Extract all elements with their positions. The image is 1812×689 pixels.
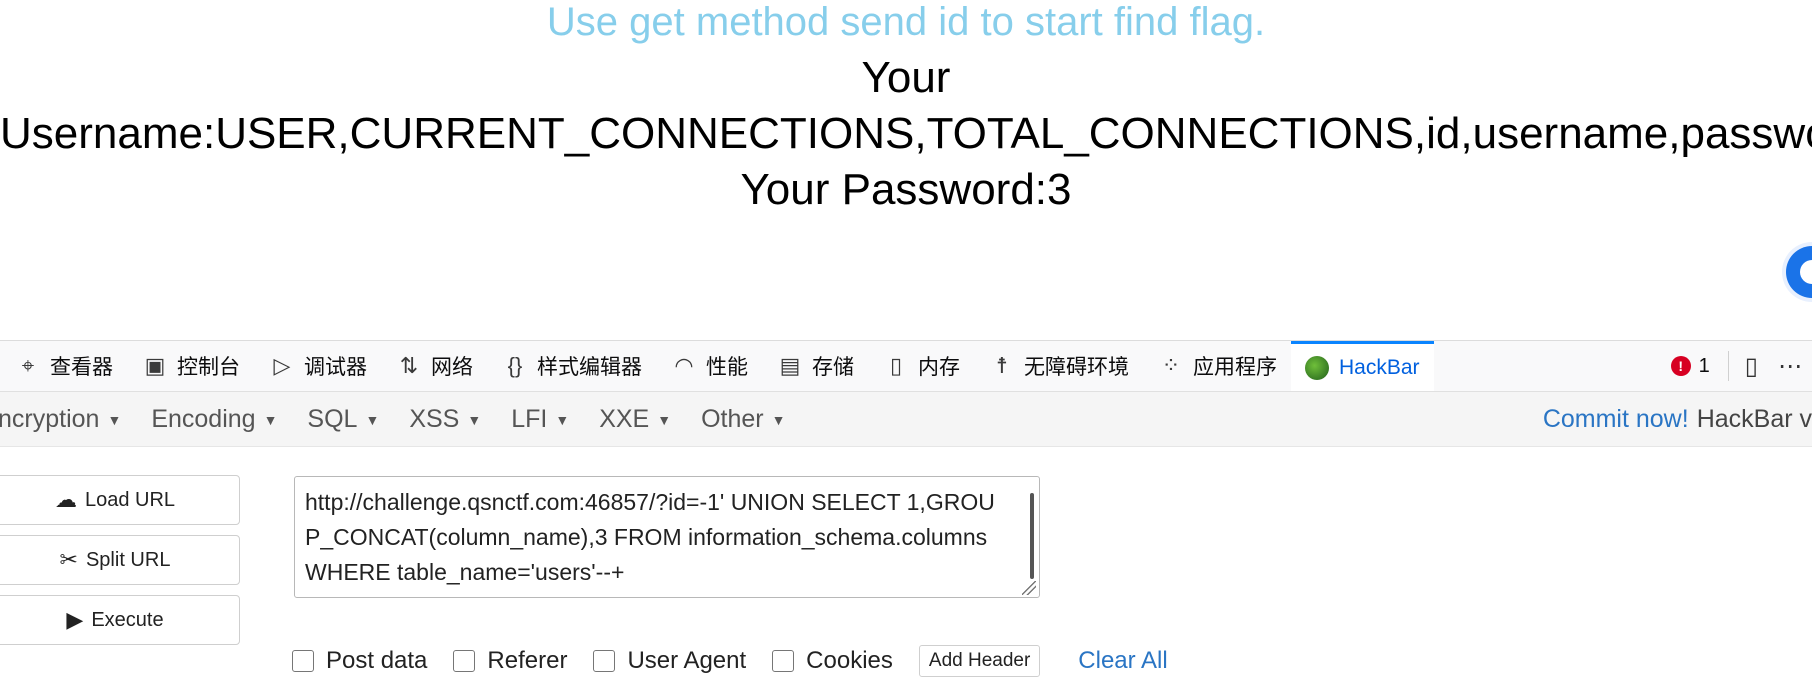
cookies-checkbox[interactable] xyxy=(772,650,795,672)
tab-console[interactable]: ▣ 控制台 xyxy=(127,341,254,391)
responsive-design-icon[interactable]: ▯ xyxy=(1735,352,1768,381)
load-url-button[interactable]: ☁ Load URL xyxy=(0,475,240,525)
memory-icon: ▯ xyxy=(889,353,903,378)
menu-label: Other xyxy=(701,404,764,433)
option-label: Cookies xyxy=(806,647,893,674)
toolbar-divider xyxy=(1727,351,1729,381)
execute-button[interactable]: ▶ Execute xyxy=(0,595,240,645)
tab-network[interactable]: ⇅ 网络 xyxy=(381,341,487,391)
page-content: Use get method send id to start find fla… xyxy=(0,0,1812,340)
page-hint: Use get method send id to start find fla… xyxy=(546,0,1266,44)
menu-other[interactable]: Other ▼ xyxy=(701,405,785,434)
error-counter[interactable]: ! 1 xyxy=(1659,355,1722,378)
devtools-tabbar: ⌖ 查看器 ▣ 控制台 ▷ 调试器 ⇅ 网络 {} 样式编辑器 ◠ 性能 ▤ 存储 ▯ 内存 ☨… xyxy=(0,341,1812,392)
style-editor-icon: {} xyxy=(507,353,523,378)
menu-encoding[interactable]: Encoding ▼ xyxy=(151,405,277,434)
menu-label: XXE xyxy=(599,404,650,433)
caret-down-icon: ▼ xyxy=(467,411,482,428)
tab-label: 调试器 xyxy=(304,356,367,379)
edge-floating-widget[interactable] xyxy=(1786,246,1812,298)
inspector-icon: ⌖ xyxy=(21,353,35,378)
network-icon: ⇅ xyxy=(399,353,419,378)
option-label: Referer xyxy=(487,647,568,674)
tab-debugger[interactable]: ▷ 调试器 xyxy=(254,341,381,391)
hackbar-menu: ncryption ▼ Encoding ▼ SQL ▼ XSS ▼ LFI ▼ XXE ▼… xyxy=(0,392,1812,447)
caret-down-icon: ▼ xyxy=(771,411,786,428)
menu-sql[interactable]: SQL ▼ xyxy=(307,405,379,434)
menu-label: SQL xyxy=(307,404,358,433)
tab-storage[interactable]: ▤ 存储 xyxy=(762,341,868,391)
error-icon: ! xyxy=(1670,356,1691,376)
menu-xss[interactable]: XSS ▼ xyxy=(409,405,481,434)
tab-memory[interactable]: ▯ 内存 xyxy=(868,341,974,391)
tab-inspector[interactable]: ⌖ 查看器 xyxy=(0,341,127,391)
error-count: 1 xyxy=(1698,354,1710,377)
tab-label: 内存 xyxy=(918,356,960,379)
add-header-button[interactable]: Add Header xyxy=(918,645,1041,677)
referer-checkbox[interactable] xyxy=(453,650,476,672)
caret-down-icon: ▼ xyxy=(555,411,570,428)
cloud-download-icon: ☁ xyxy=(54,487,77,512)
hackbar-promo: Commit now! HackBar v xyxy=(1543,392,1812,446)
menu-label: ncryption xyxy=(0,404,100,433)
application-icon: ⁘ xyxy=(1161,353,1181,378)
request-options: Post data Referer User Agent Cookies Add… xyxy=(292,643,1168,679)
tab-accessibility[interactable]: ☨ 无障碍环境 xyxy=(974,341,1143,391)
tab-label: 网络 xyxy=(431,356,473,379)
textarea-scrollbar[interactable] xyxy=(1030,493,1034,579)
user-agent-checkbox[interactable] xyxy=(593,650,616,672)
hackbar-icon xyxy=(1305,355,1329,380)
tab-performance[interactable]: ◠ 性能 xyxy=(656,341,762,391)
tab-label: 控制台 xyxy=(177,356,240,379)
button-label: Load URL xyxy=(84,488,176,511)
split-url-button[interactable]: ✂ Split URL xyxy=(0,535,240,585)
password-line: Your Password:3 xyxy=(740,165,1072,214)
performance-icon: ◠ xyxy=(674,353,694,378)
caret-down-icon: ▼ xyxy=(657,411,672,428)
resize-grip-icon[interactable] xyxy=(1022,581,1036,595)
menu-label: LFI xyxy=(511,404,548,433)
caret-down-icon: ▼ xyxy=(263,411,278,428)
storage-icon: ▤ xyxy=(779,353,801,378)
scissors-icon: ✂ xyxy=(59,547,78,572)
menu-label: Encoding xyxy=(151,404,256,433)
post-data-option[interactable]: Post data xyxy=(292,647,427,675)
accessibility-icon: ☨ xyxy=(996,353,1008,378)
option-label: Post data xyxy=(326,647,428,674)
referer-option[interactable]: Referer xyxy=(453,647,567,675)
tab-application[interactable]: ⁘ 应用程序 xyxy=(1143,341,1291,391)
play-icon: ▶ xyxy=(66,607,84,632)
username-value: Username:USER,CURRENT_CONNECTIONS,TOTAL_… xyxy=(0,109,1812,158)
hackbar-version: HackBar v xyxy=(1696,404,1812,433)
tab-label: 样式编辑器 xyxy=(537,356,642,379)
button-label: Execute xyxy=(91,608,164,631)
button-label: Split URL xyxy=(85,548,171,571)
username-label: Your xyxy=(861,53,951,102)
tab-label: 存储 xyxy=(812,356,854,379)
commit-now-link[interactable]: Commit now! xyxy=(1543,405,1689,434)
menu-lfi[interactable]: LFI ▼ xyxy=(511,405,569,434)
clear-all-link[interactable]: Clear All xyxy=(1078,647,1167,675)
devtools-panel: ⌖ 查看器 ▣ 控制台 ▷ 调试器 ⇅ 网络 {} 样式编辑器 ◠ 性能 ▤ 存储 ▯ 内存 ☨… xyxy=(0,340,1812,689)
post-data-checkbox[interactable] xyxy=(292,650,314,672)
tab-label: 应用程序 xyxy=(1193,356,1277,379)
tab-style-editor[interactable]: {} 样式编辑器 xyxy=(487,341,656,391)
cookies-option[interactable]: Cookies xyxy=(772,647,893,675)
debugger-icon: ▷ xyxy=(273,353,291,378)
url-textarea[interactable]: http://challenge.qsnctf.com:46857/?id=-1… xyxy=(294,476,1040,598)
menu-xxe[interactable]: XXE ▼ xyxy=(599,405,671,434)
caret-down-icon: ▼ xyxy=(107,411,122,428)
user-agent-option[interactable]: User Agent xyxy=(593,647,746,675)
tab-label: 查看器 xyxy=(50,356,113,379)
console-icon: ▣ xyxy=(144,353,166,378)
tab-label: HackBar xyxy=(1339,355,1420,379)
option-label: User Agent xyxy=(627,647,747,674)
menu-label: XSS xyxy=(409,404,460,433)
menu-encryption[interactable]: ncryption ▼ xyxy=(0,405,121,434)
tab-label: 无障碍环境 xyxy=(1024,356,1129,379)
tab-hackbar[interactable]: HackBar xyxy=(1291,341,1434,391)
caret-down-icon: ▼ xyxy=(365,411,380,428)
more-options-icon[interactable]: ⋯ xyxy=(1768,352,1812,381)
tab-label: 性能 xyxy=(706,356,748,379)
